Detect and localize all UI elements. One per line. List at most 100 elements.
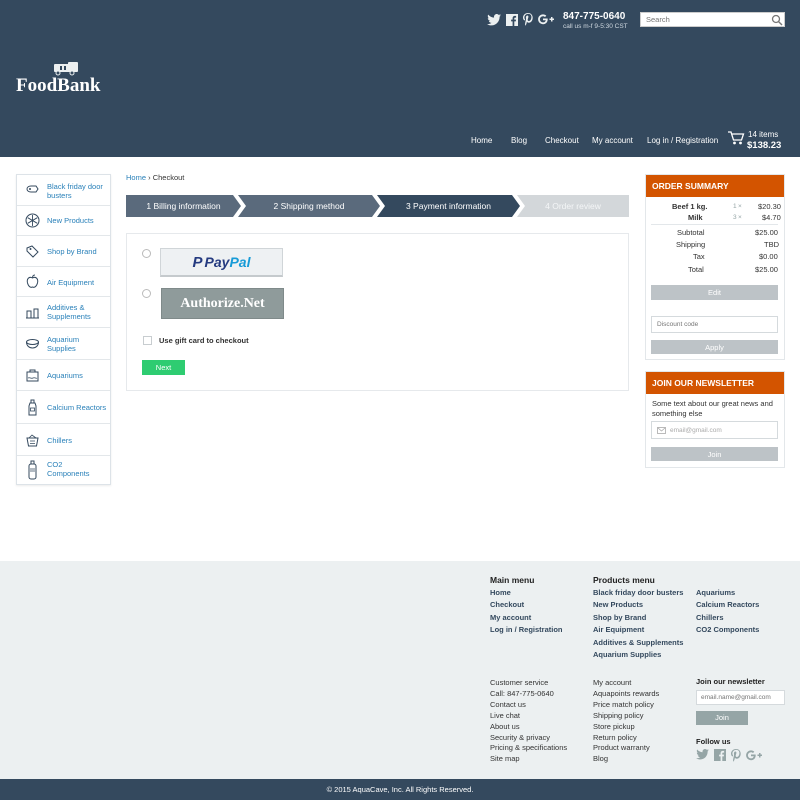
footer-link[interactable]: Store pickup (593, 722, 635, 731)
footer-link[interactable]: Return policy (593, 733, 637, 742)
footer-link[interactable]: Log in / Registration (490, 625, 563, 634)
phone-number[interactable]: 847-775-0640 (563, 11, 628, 22)
twitter-icon[interactable] (696, 749, 709, 765)
remove-x-icon[interactable]: × (738, 214, 742, 221)
facebook-icon[interactable] (506, 13, 518, 30)
sidebar-item-new-products[interactable]: New Products (17, 206, 110, 236)
cart-icon[interactable] (727, 130, 745, 146)
apply-button[interactable]: Apply (651, 340, 778, 354)
footer-link[interactable]: Calcium Reactors (696, 600, 759, 609)
footer-link[interactable]: Shop by Brand (593, 613, 646, 622)
order-summary-title: ORDER SUMMARY (646, 175, 784, 197)
nav-checkout[interactable]: Checkout (545, 136, 579, 145)
footer-join-button[interactable]: Join (696, 711, 748, 725)
bottle-icon (28, 399, 37, 416)
footer-link[interactable]: Aquapoints rewards (593, 689, 659, 698)
footer-link[interactable]: Price match policy (593, 700, 654, 709)
footer-link[interactable]: Shipping policy (593, 711, 643, 720)
footer-link[interactable]: Air Equipment (593, 625, 644, 634)
subtotal-label: Subtotal (677, 228, 705, 237)
footer-link[interactable]: Contact us (490, 700, 526, 709)
cylinder-icon (28, 460, 37, 480)
footer-link[interactable]: Product warranty (593, 743, 650, 752)
join-button[interactable]: Join (651, 447, 778, 461)
footer-link[interactable]: Home (490, 588, 511, 597)
sidebar-item-aquarium-supplies[interactable]: Aquarium Supplies (17, 328, 110, 360)
google-plus-icon[interactable] (538, 13, 554, 30)
footer-link[interactable]: My account (593, 678, 631, 687)
footer-link[interactable]: Additives & Supplements (593, 638, 683, 647)
paypal-option[interactable]: P PayPal (160, 248, 283, 277)
follow-us-title: Follow us (696, 737, 731, 746)
apple-icon (26, 274, 39, 288)
nav-login[interactable]: Log in / Registration (647, 136, 718, 145)
footer-link[interactable]: About us (490, 722, 520, 731)
paypal-label-2: Pal (229, 254, 251, 270)
sidebar-item-additives[interactable]: Additives & Supplements (17, 297, 110, 328)
footer-link[interactable]: New Products (593, 600, 643, 609)
footer-link[interactable]: Blog (593, 754, 608, 763)
sidebar-item-label: Aquariums (47, 371, 83, 380)
discount-code-input[interactable] (651, 316, 778, 333)
authorize-radio[interactable] (142, 289, 151, 298)
paypal-icon: P (192, 254, 203, 271)
footer-newsletter-input[interactable] (696, 690, 785, 705)
nav-home[interactable]: Home (471, 136, 492, 145)
newsletter-email-input[interactable]: email@gmail.com (651, 421, 778, 439)
foodbank-logo[interactable]: FoodBank (16, 62, 111, 97)
sidebar-item-black-friday[interactable]: Black friday door busters (17, 175, 110, 206)
cart-total[interactable]: $138.23 (747, 140, 781, 151)
search-input[interactable] (640, 12, 785, 27)
footer-link[interactable]: Aquarium Supplies (593, 650, 661, 659)
sidebar-item-air-equipment[interactable]: Air Equipment (17, 267, 110, 297)
pinterest-icon[interactable] (731, 749, 741, 765)
google-plus-icon[interactable] (746, 749, 762, 765)
nav-blog[interactable]: Blog (511, 136, 527, 145)
sidebar-item-shop-by-brand[interactable]: Shop by Brand (17, 236, 110, 267)
basket-icon (26, 434, 39, 447)
sidebar-item-label: CO2 Components (47, 460, 90, 478)
snowflake-icon (25, 213, 40, 228)
next-button[interactable]: Next (142, 360, 185, 375)
edit-button[interactable]: Edit (651, 285, 778, 300)
footer-link[interactable]: Customer service (490, 678, 548, 687)
breadcrumb-home[interactable]: Home (126, 173, 146, 182)
total-value: $25.00 (755, 265, 778, 274)
gift-card-checkbox[interactable] (143, 336, 152, 345)
sidebar-item-chillers[interactable]: Chillers (17, 424, 110, 456)
step-shipping[interactable]: 2 Shipping method (238, 195, 380, 217)
phone-contact: 847-775-0640 call us m-f 9-5:30 CST (563, 11, 628, 30)
cart-item-count[interactable]: 14 items (748, 130, 778, 139)
footer-link[interactable]: Pricing & specifications (490, 743, 567, 752)
footer-link[interactable]: Live chat (490, 711, 520, 720)
pinterest-icon[interactable] (523, 13, 533, 30)
paypal-radio[interactable] (142, 249, 151, 258)
logo-text: FoodBank (16, 75, 101, 96)
footer-link[interactable]: Call: 847-775-0640 (490, 689, 554, 698)
shipping-label: Shipping (676, 240, 706, 249)
gift-card-label[interactable]: Use gift card to checkout (159, 336, 249, 345)
phone-hours: call us m-f 9-5:30 CST (563, 23, 628, 30)
sidebar-item-calcium-reactors[interactable]: Calcium Reactors (17, 391, 110, 424)
footer-link[interactable]: Checkout (490, 600, 524, 609)
step-payment[interactable]: 3 Payment information (377, 195, 520, 217)
summary-item-name: Beef 1 kg. (672, 202, 708, 211)
footer-link[interactable]: Chillers (696, 613, 724, 622)
footer-link[interactable]: Black friday door busters (593, 588, 683, 597)
nav-my-account[interactable]: My account (592, 136, 633, 145)
shipping-value: TBD (764, 240, 779, 249)
authorize-net-option[interactable]: Authorize.Net (161, 288, 284, 319)
sidebar-item-co2[interactable]: CO2 Components (17, 456, 110, 485)
footer-link[interactable]: My account (490, 613, 531, 622)
facebook-icon[interactable] (714, 749, 726, 765)
search-icon[interactable] (771, 14, 783, 26)
footer-link[interactable]: CO2 Components (696, 625, 759, 634)
footer-link[interactable]: Security & privacy (490, 733, 550, 742)
remove-x-icon[interactable]: × (738, 203, 742, 210)
footer-link[interactable]: Site map (490, 754, 520, 763)
step-billing[interactable]: 1 Billing information (126, 195, 241, 217)
sidebar-item-label: Air Equipment (47, 278, 95, 287)
sidebar-item-aquariums[interactable]: Aquariums (17, 360, 110, 391)
footer-link[interactable]: Aquariums (696, 588, 735, 597)
twitter-icon[interactable] (487, 13, 501, 30)
